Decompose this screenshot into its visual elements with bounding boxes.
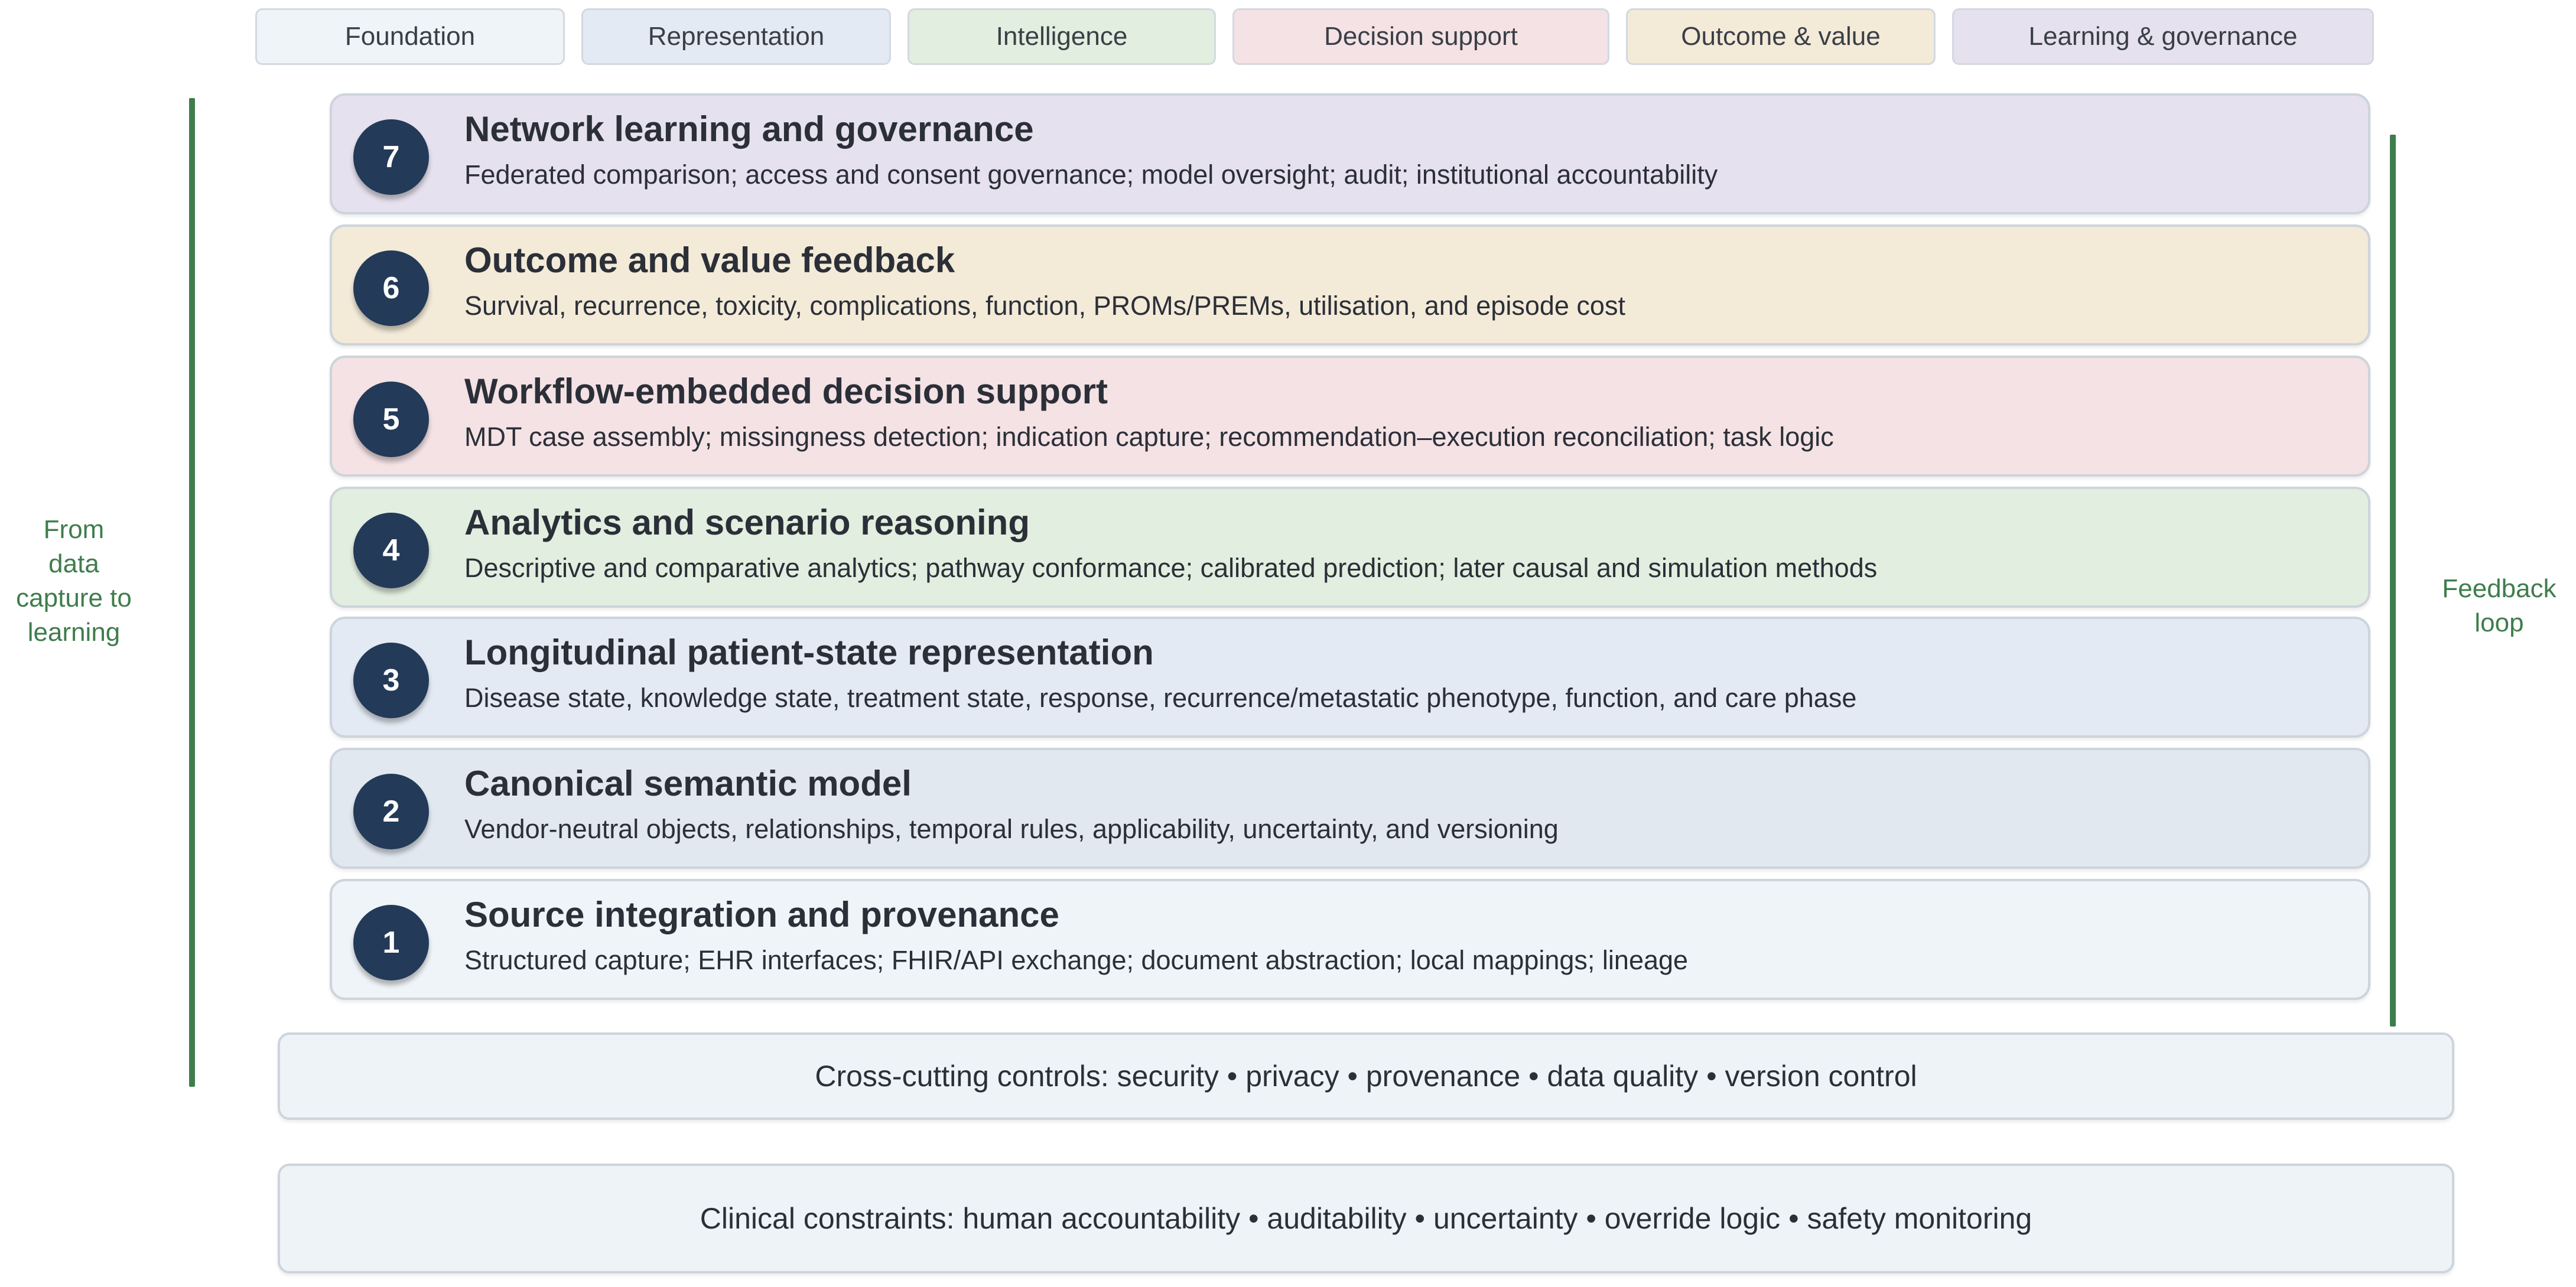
layer-title: Canonical semantic model bbox=[464, 764, 912, 803]
layer-title: Analytics and scenario reasoning bbox=[464, 503, 1030, 542]
layer-description: Vendor-neutral objects, relationships, t… bbox=[464, 814, 1559, 844]
layer-badge: 7 bbox=[353, 119, 429, 195]
legend-decision-support: Decision support bbox=[1232, 8, 1609, 65]
layer-badge: 4 bbox=[353, 513, 429, 588]
left-progress-line bbox=[189, 98, 195, 1087]
layer-title: Outcome and value feedback bbox=[464, 240, 955, 280]
layer-description: Disease state, knowledge state, treatmen… bbox=[464, 683, 1857, 713]
layer-title: Workflow-embedded decision support bbox=[464, 372, 1108, 411]
layer-title: Source integration and provenance bbox=[464, 895, 1059, 934]
layer-7: 7 Network learning and governance Federa… bbox=[330, 93, 2370, 214]
legend-learning-governance: Learning & governance bbox=[1952, 8, 2374, 65]
layer-badge: 6 bbox=[353, 250, 429, 326]
legend-foundation: Foundation bbox=[255, 8, 565, 65]
layer-description: Survival, recurrence, toxicity, complica… bbox=[464, 291, 1625, 321]
layer-title: Longitudinal patient-state representatio… bbox=[464, 633, 1154, 672]
legend-representation: Representation bbox=[581, 8, 891, 65]
layer-description: Federated comparison; access and consent… bbox=[464, 159, 1718, 190]
layer-description: MDT case assembly; missingness detection… bbox=[464, 422, 1834, 452]
legend-intelligence: Intelligence bbox=[908, 8, 1216, 65]
layer-4: 4 Analytics and scenario reasoning Descr… bbox=[330, 487, 2370, 608]
layer-3: 3 Longitudinal patient-state representat… bbox=[330, 617, 2370, 738]
layer-2: 2 Canonical semantic model Vendor-neutra… bbox=[330, 748, 2370, 869]
layer-badge: 5 bbox=[353, 382, 429, 457]
layer-6: 6 Outcome and value feedback Survival, r… bbox=[330, 224, 2370, 346]
layer-badge: 3 bbox=[353, 643, 429, 718]
legend-outcome-value: Outcome & value bbox=[1626, 8, 1936, 65]
layer-badge: 2 bbox=[353, 774, 429, 849]
layer-title: Network learning and governance bbox=[464, 109, 1034, 149]
left-axis-label: From data capture to learning bbox=[16, 515, 132, 647]
layer-description: Descriptive and comparative analytics; p… bbox=[464, 553, 1878, 583]
layer-badge: 1 bbox=[353, 905, 429, 980]
layer-5: 5 Workflow-embedded decision support MDT… bbox=[330, 356, 2370, 477]
clinical-constraints-band: Clinical constraints: human accountabili… bbox=[278, 1164, 2454, 1273]
right-feedback-line bbox=[2390, 135, 2396, 1027]
cross-cutting-controls-band: Cross-cutting controls: security • priva… bbox=[278, 1032, 2454, 1120]
right-axis-label: Feedback loop bbox=[2442, 574, 2557, 637]
layer-1: 1 Source integration and provenance Stru… bbox=[330, 879, 2370, 1000]
layer-description: Structured capture; EHR interfaces; FHIR… bbox=[464, 945, 1689, 975]
